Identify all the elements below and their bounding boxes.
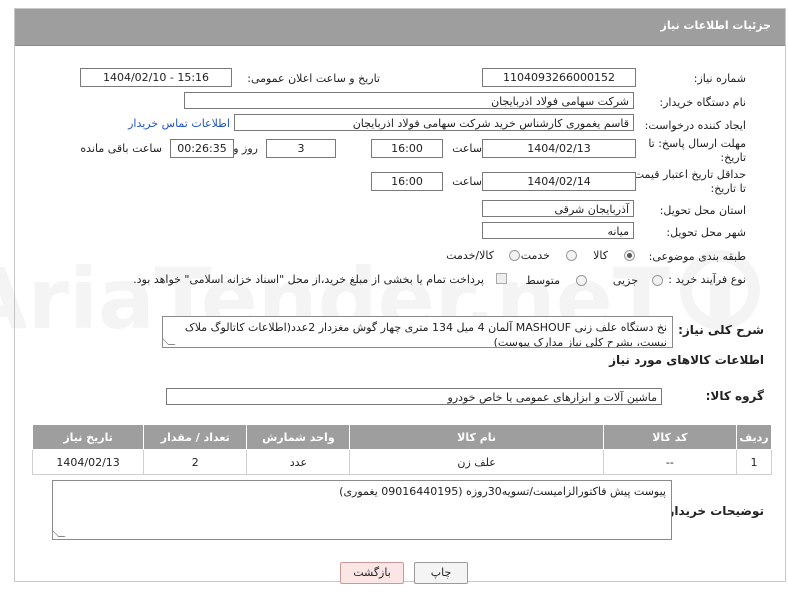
cell-code: -- bbox=[602, 449, 737, 475]
cell-qty: 2 bbox=[143, 449, 248, 475]
buyer-contact-link[interactable]: اطلاعات تماس خریدار bbox=[128, 117, 230, 130]
remaining-label: ساعت باقی مانده bbox=[80, 142, 162, 155]
requester-field: قاسم یغموری کارشناس خرید شرکت سهامی فولا… bbox=[234, 114, 634, 131]
validity-date-field: 1404/02/14 bbox=[482, 172, 636, 191]
buyer-notes-textarea[interactable]: پیوست پیش فاکتورالزامیست/تسویه30روزه (09… bbox=[51, 480, 672, 540]
cell-unit: عدد bbox=[246, 449, 351, 475]
process-option-minor: جزیی bbox=[612, 274, 638, 287]
items-table: ردیف کد کالا نام کالا واحد شمارش تعداد /… bbox=[31, 424, 773, 475]
goods-group-label: گروه کالا: bbox=[705, 389, 764, 403]
buyer-org-field: شرکت سهامی فولاد اذربایجان bbox=[184, 92, 634, 109]
process-radio-medium[interactable] bbox=[576, 275, 587, 286]
print-button[interactable]: چاپ bbox=[414, 562, 468, 584]
buyer-notes-text: پیوست پیش فاکتورالزامیست/تسویه30روزه (09… bbox=[339, 485, 666, 498]
category-label: طبقه بندی موضوعی: bbox=[648, 250, 746, 263]
city-field: میانه bbox=[482, 222, 634, 239]
city-label: شهر محل تحویل: bbox=[666, 226, 746, 239]
col-header-name: نام کالا bbox=[349, 424, 604, 450]
col-header-qty: تعداد / مقدار bbox=[143, 424, 248, 450]
buyer-org-label: نام دستگاه خریدار: bbox=[659, 96, 746, 109]
validity-time-label: ساعت bbox=[452, 175, 482, 188]
cell-row-number: 1 bbox=[735, 449, 773, 475]
remaining-time-field: 00:26:35 bbox=[170, 139, 234, 158]
page-title: جزئیات اطلاعات نیاز bbox=[660, 19, 772, 32]
deadline-label-2: تاریخ: bbox=[720, 151, 746, 164]
cell-name: علف زن bbox=[349, 449, 604, 475]
province-field: آذربایجان شرقی bbox=[482, 200, 634, 217]
announce-field: 1404/02/10 - 15:16 bbox=[80, 68, 232, 87]
validity-time-field: 16:00 bbox=[371, 172, 443, 191]
validity-label: حداقل تاریخ اعتبار قیمت: bbox=[630, 168, 746, 181]
validity-label-2: تا تاریخ: bbox=[710, 182, 746, 195]
announce-label: تاریخ و ساعت اعلان عمومی: bbox=[247, 72, 380, 85]
col-header-row: ردیف bbox=[735, 424, 773, 450]
treasury-checkbox[interactable] bbox=[496, 273, 507, 284]
category-radio-goods[interactable] bbox=[624, 250, 635, 261]
goods-group-field: ماشین آلات و ابزارهای عمومی یا خاص خودرو bbox=[166, 388, 662, 405]
category-option-service: خدمت bbox=[520, 249, 550, 262]
items-section-title: اطلاعات کالاهای مورد نیاز bbox=[609, 353, 764, 367]
deadline-time-field: 16:00 bbox=[371, 139, 443, 158]
buyer-notes-label: توضیحات خریدار: bbox=[662, 504, 764, 518]
cell-date: 1404/02/13 bbox=[31, 449, 145, 475]
process-option-medium: متوسط bbox=[525, 274, 560, 287]
deadline-time-label: ساعت bbox=[452, 142, 482, 155]
process-type-label: نوع فرآیند خرید : bbox=[668, 273, 746, 286]
deadline-label: مهلت ارسال پاسخ: تا bbox=[648, 137, 746, 150]
category-radio-goods-service[interactable] bbox=[509, 250, 520, 261]
category-option-goods: کالا bbox=[593, 249, 608, 262]
process-radio-minor[interactable] bbox=[652, 275, 663, 286]
description-textarea[interactable]: نخ دستگاه علف زنی MASHOUF آلمان 4 میل 13… bbox=[162, 316, 673, 348]
description-label: شرح کلی نیاز: bbox=[678, 323, 764, 337]
table-row: 1 -- علف زن عدد 2 1404/02/13 bbox=[31, 449, 773, 475]
need-number-field: 1104093266000152 bbox=[482, 68, 636, 87]
back-button[interactable]: بازگشت bbox=[340, 562, 404, 584]
deadline-date-field: 1404/02/13 bbox=[482, 139, 636, 158]
col-header-date: تاریخ نیاز bbox=[31, 424, 145, 450]
resize-grip-icon[interactable] bbox=[163, 338, 176, 345]
resize-grip-icon[interactable] bbox=[51, 530, 66, 537]
col-header-unit: واحد شمارش bbox=[246, 424, 351, 450]
days-label: روز و bbox=[233, 142, 258, 155]
requester-label: ایجاد کننده درخواست: bbox=[644, 119, 746, 132]
description-text: نخ دستگاه علف زنی MASHOUF آلمان 4 میل 13… bbox=[184, 321, 667, 348]
col-header-code: کد کالا bbox=[602, 424, 737, 450]
need-number-label: شماره نیاز: bbox=[693, 72, 746, 85]
category-radio-service[interactable] bbox=[566, 250, 577, 261]
category-option-goods-service: کالا/خدمت bbox=[446, 249, 494, 262]
panel-header: جزئیات اطلاعات نیاز bbox=[15, 9, 785, 46]
province-label: استان محل تحویل: bbox=[659, 204, 746, 217]
payment-note: پرداخت تمام یا بخشی از مبلغ خرید،از محل … bbox=[133, 273, 484, 286]
days-field: 3 bbox=[266, 139, 336, 158]
